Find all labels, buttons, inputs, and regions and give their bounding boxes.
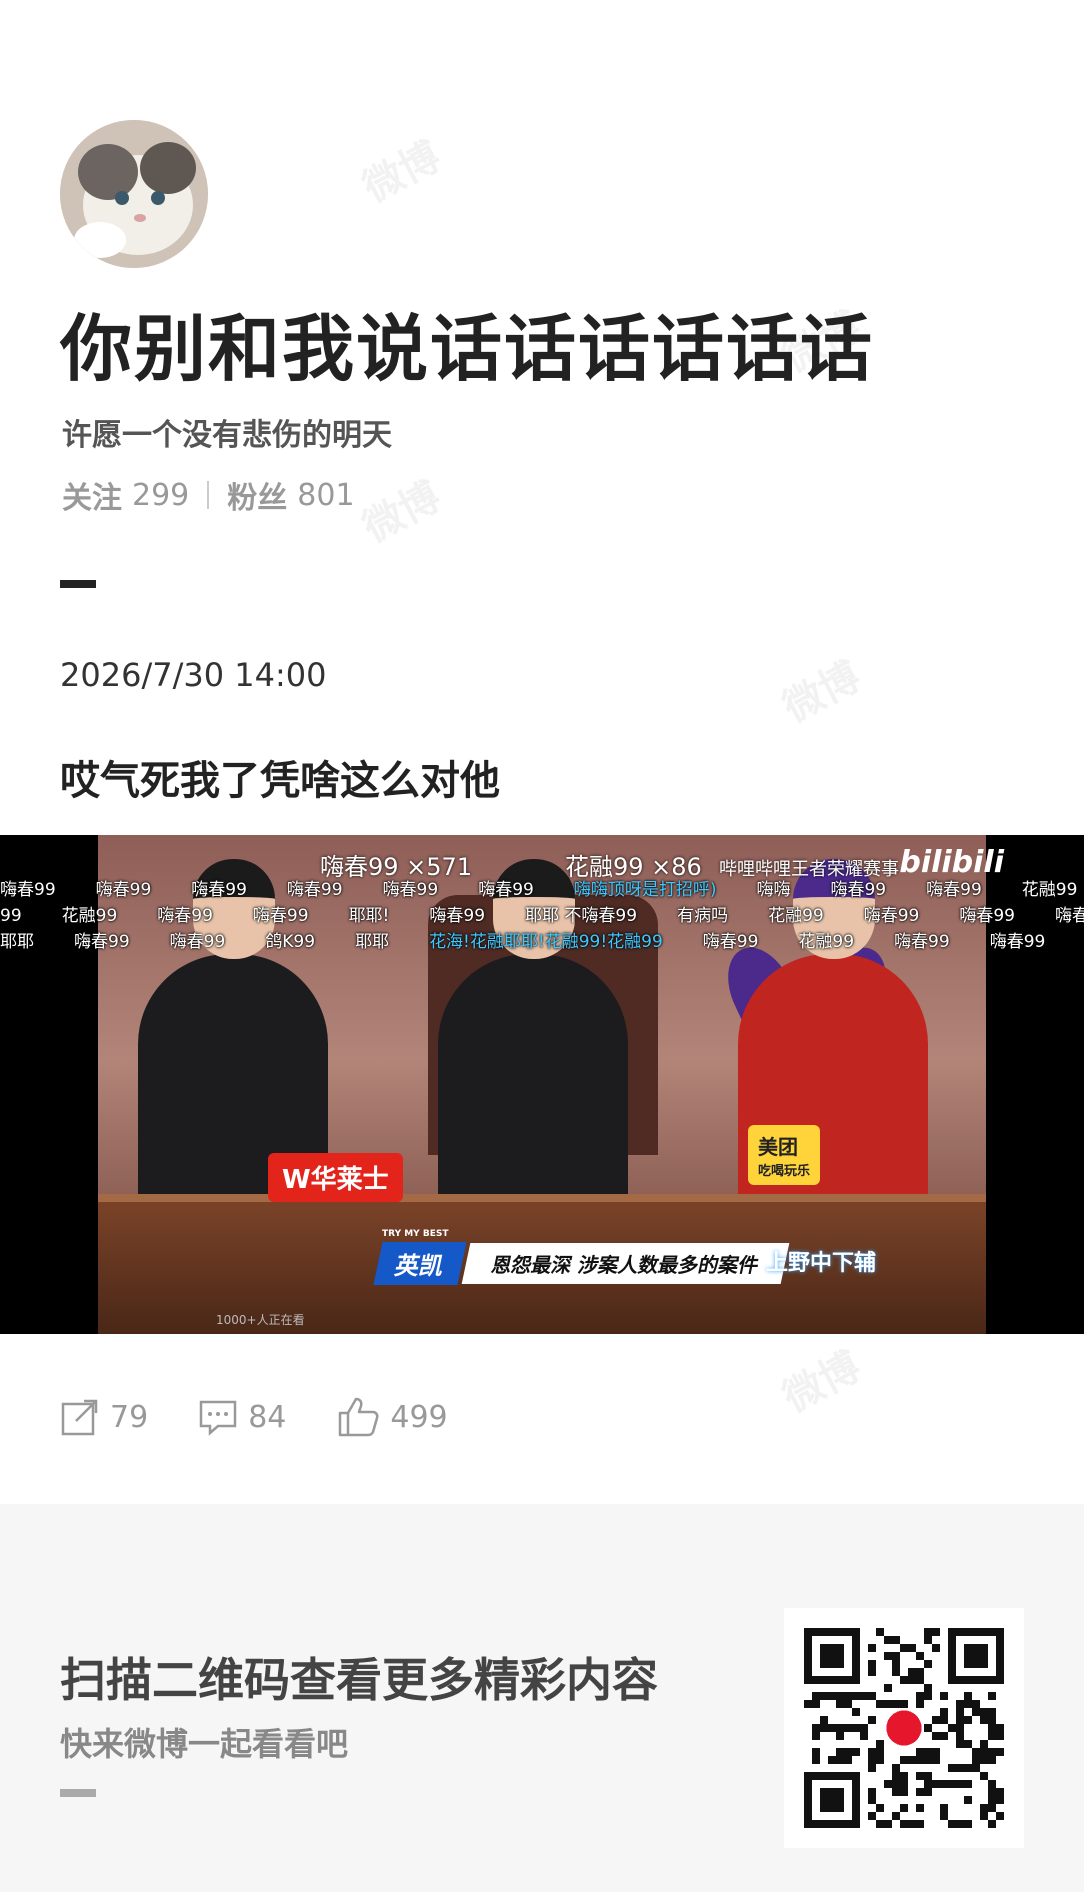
danmaku-row: 99 花融99 嗨春99 嗨春99 耶耶! 嗨春99 耶耶 不嗨春99 有病吗 花融99 嗨春99… bbox=[0, 901, 1084, 927]
like-count: 499 bbox=[390, 1399, 448, 1435]
qr-code-icon bbox=[804, 1628, 1004, 1828]
lower-third-small: TRY MY BEST bbox=[382, 1229, 449, 1239]
comment-button[interactable]: 84 bbox=[198, 1397, 286, 1437]
qr-code[interactable] bbox=[784, 1608, 1024, 1848]
danmaku-comment: 嗨春99 bbox=[429, 906, 486, 926]
lower-third-tag: 恩怨最深 涉案人数最多的案件 bbox=[461, 1242, 790, 1284]
danmaku-comment: 嗨春99 bbox=[926, 880, 982, 900]
follow-label[interactable]: 关注 bbox=[62, 473, 122, 517]
action-bar: 79 84 499 bbox=[60, 1395, 498, 1439]
repost-button[interactable]: 79 bbox=[60, 1397, 148, 1437]
danmaku-comment: 花融99 bbox=[768, 906, 824, 926]
danmaku-comment: 嗨春99 bbox=[157, 906, 213, 926]
danmaku-comment: 鸽K99 bbox=[265, 932, 316, 952]
avatar[interactable] bbox=[60, 120, 208, 268]
username: 你别和我说话话话话话话 bbox=[60, 307, 875, 391]
danmaku-comment: 嗨春99 bbox=[894, 932, 950, 952]
danmaku-comment: 嗨春99 bbox=[95, 880, 152, 900]
profile-header: 你别和我说话话话话话话 许愿一个没有悲伤的明天 关注 299 粉丝 801 bbox=[60, 120, 1020, 516]
danmaku-comment: 嗨春99 bbox=[169, 932, 226, 952]
danmaku-comment: 花融99 bbox=[1021, 880, 1078, 900]
footer-subtitle: 快来微博一起看看吧 bbox=[60, 1725, 349, 1763]
danmaku-comment: 耶耶 不嗨春99 bbox=[525, 906, 638, 926]
like-button[interactable]: 499 bbox=[336, 1395, 448, 1439]
comment-icon bbox=[199, 1400, 237, 1436]
post-date: 2026/7/30 14:00 bbox=[60, 656, 327, 694]
sponsor-sign: W华莱士 bbox=[268, 1153, 403, 1202]
watermark: 微博 bbox=[355, 473, 448, 552]
danmaku-comment: 嗨春99 bbox=[830, 880, 887, 900]
danmaku-comment: 有病吗 bbox=[677, 906, 729, 926]
danmaku-comment: 嗨春99 bbox=[252, 906, 309, 926]
danmaku-comment: 耶耶! bbox=[348, 906, 390, 926]
footer-title: 扫描二维码查看更多精彩内容 bbox=[60, 1653, 658, 1707]
fans-count[interactable]: 801 bbox=[297, 478, 354, 513]
bio: 许愿一个没有悲伤的明天 bbox=[62, 418, 392, 453]
fans-label[interactable]: 粉丝 bbox=[227, 473, 287, 517]
danmaku-comment: 嗨嗨 bbox=[756, 880, 791, 900]
post-text: 哎气死我了凭啥这么对他 bbox=[60, 758, 500, 804]
danmaku-comment: 99 bbox=[0, 906, 22, 926]
sponsor-sub: 吃喝玩乐 bbox=[758, 1164, 811, 1179]
danmaku-row: 耶耶 嗨春99 嗨春99 鸽K99 耶耶 花海!花融耶耶!花融99!花融99 嗨春99 花融9… bbox=[0, 927, 1084, 953]
danmaku-comment: 嗨春99 bbox=[478, 880, 534, 900]
danmaku-comment: 嗨春99 bbox=[1055, 906, 1084, 926]
danmaku-comment: 耶耶 bbox=[0, 932, 34, 952]
divider bbox=[207, 481, 210, 509]
danmaku-comment: 嗨春99 bbox=[191, 880, 247, 900]
follow-stats: 关注 299 粉丝 801 bbox=[62, 473, 355, 517]
divider bbox=[60, 580, 96, 588]
thumbs-up-icon bbox=[339, 1397, 379, 1437]
viewer-count: 1000+人正在看 bbox=[216, 1313, 305, 1327]
danmaku-comment: 嗨嗨顶呀是打招呼) bbox=[573, 880, 717, 900]
danmaku-comment: 花融99 bbox=[798, 932, 855, 952]
danmaku-comment: 嗨春99 bbox=[74, 932, 130, 952]
danmaku-comment: 嗨春99 bbox=[0, 880, 56, 900]
danmaku-row: 嗨春99 嗨春99 嗨春99 嗨春99 嗨春99 嗨春99 嗨嗨顶呀是打招呼) 嗨嗨 嗨春99 嗨… bbox=[0, 875, 1084, 901]
post-image[interactable]: W华莱士 美团 吃喝玩乐 TRY MY BEST 英凯 恩怨最深 涉案人数最多的… bbox=[0, 835, 1084, 1334]
danmaku-comment: 嗨春99 bbox=[959, 906, 1015, 926]
repost-count: 79 bbox=[110, 1399, 149, 1435]
comment-count: 84 bbox=[248, 1399, 287, 1435]
danmaku-comment: 耶耶 bbox=[355, 932, 390, 952]
sponsor-sign: 美团 吃喝玩乐 bbox=[748, 1125, 821, 1185]
danmaku-comment: 嗨春99 bbox=[286, 880, 343, 900]
danmaku-comment: 嗨春99 bbox=[702, 932, 759, 952]
lower-third-name: 英凯 bbox=[373, 1241, 467, 1285]
show-logo: 上野中下辅 bbox=[765, 1251, 876, 1276]
danmaku-comment: 嗨春99 bbox=[989, 932, 1046, 952]
follow-count[interactable]: 299 bbox=[132, 478, 189, 513]
repost-icon bbox=[61, 1399, 98, 1436]
footer-banner: 扫描二维码查看更多精彩内容 快来微博一起看看吧 bbox=[0, 1504, 1084, 1892]
divider bbox=[60, 1789, 96, 1797]
danmaku-comment: 嗨春99 bbox=[382, 880, 439, 900]
sponsor-label: 美团 bbox=[758, 1135, 798, 1159]
watermark: 微博 bbox=[775, 653, 868, 732]
lower-third: TRY MY BEST 英凯 恩怨最深 涉案人数最多的案件 bbox=[373, 1229, 790, 1285]
danmaku-comment: 花海!花融耶耶!花融99!花融99 bbox=[429, 932, 663, 952]
danmaku-comment: 花融99 bbox=[61, 906, 118, 926]
danmaku-comment: 嗨春99 bbox=[863, 906, 920, 926]
host-center bbox=[438, 859, 628, 1214]
watermark: 微博 bbox=[775, 1343, 868, 1422]
